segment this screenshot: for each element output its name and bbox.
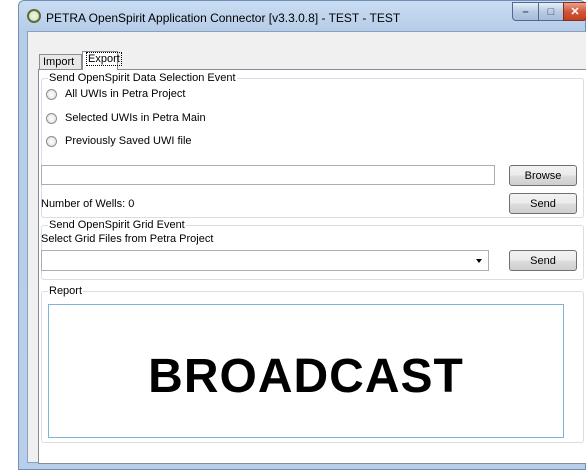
- grid-files-instruction: Select Grid Files from Petra Project: [41, 233, 214, 245]
- application-window: PETRA OpenSpirit Application Connector […: [18, 0, 586, 470]
- radio-all-uwis-indicator[interactable]: [46, 88, 57, 100]
- title-bar[interactable]: PETRA OpenSpirit Application Connector […: [19, 1, 586, 31]
- export-tab-panel: Send OpenSpirit Data Selection Event All…: [38, 69, 586, 464]
- tab-export-label: Export: [86, 52, 122, 66]
- app-icon: [27, 9, 41, 23]
- report-legend: Report: [48, 285, 84, 297]
- window-title: PETRA OpenSpirit Application Connector […: [46, 11, 401, 25]
- grid-files-dropdown[interactable]: [41, 250, 489, 271]
- grid-event-legend: Send OpenSpirit Grid Event: [48, 219, 186, 231]
- dropdown-arrow-icon[interactable]: [476, 259, 482, 263]
- browse-button-label: Browse: [524, 169, 562, 182]
- number-of-wells-label: Number of Wells: 0: [41, 198, 135, 210]
- send-grid-button[interactable]: Send: [509, 250, 577, 271]
- grid-event-group: Send OpenSpirit Grid Event Select Grid F…: [41, 219, 584, 280]
- minimize-icon: –: [522, 5, 529, 18]
- selection-event-group: Send OpenSpirit Data Selection Event All…: [41, 72, 584, 218]
- report-text: BROADCAST: [148, 350, 464, 403]
- radio-saved-uwi-file[interactable]: Previously Saved UWI file: [46, 135, 192, 147]
- radio-saved-uwi-file-label: Previously Saved UWI file: [65, 135, 192, 147]
- uwi-file-path-input[interactable]: [41, 165, 495, 185]
- send-selection-button-label: Send: [530, 197, 556, 210]
- tab-import[interactable]: Import: [39, 54, 82, 69]
- report-text-area[interactable]: BROADCAST: [48, 304, 564, 438]
- radio-selected-uwis[interactable]: Selected UWIs in Petra Main: [46, 112, 206, 124]
- radio-selected-uwis-indicator[interactable]: [46, 112, 57, 124]
- selection-event-legend: Send OpenSpirit Data Selection Event: [48, 72, 237, 84]
- close-icon: ✕: [570, 6, 580, 18]
- maximize-icon: □: [547, 5, 555, 18]
- report-group: Report BROADCAST: [41, 285, 584, 443]
- maximize-button[interactable]: □: [538, 2, 564, 21]
- tab-export[interactable]: Export: [82, 51, 122, 70]
- window-client-area: Import Export Send OpenSpirit Data Selec…: [27, 31, 586, 464]
- send-grid-button-label: Send: [530, 254, 556, 267]
- radio-all-uwis-label: All UWIs in Petra Project: [65, 88, 186, 100]
- radio-selected-uwis-label: Selected UWIs in Petra Main: [65, 112, 206, 124]
- tab-import-label: Import: [43, 56, 75, 68]
- radio-saved-uwi-file-indicator[interactable]: [46, 135, 57, 147]
- send-selection-button[interactable]: Send: [509, 193, 577, 214]
- close-button[interactable]: ✕: [563, 2, 586, 21]
- browse-button[interactable]: Browse: [509, 165, 577, 186]
- minimize-button[interactable]: –: [512, 2, 539, 21]
- radio-all-uwis[interactable]: All UWIs in Petra Project: [46, 88, 185, 100]
